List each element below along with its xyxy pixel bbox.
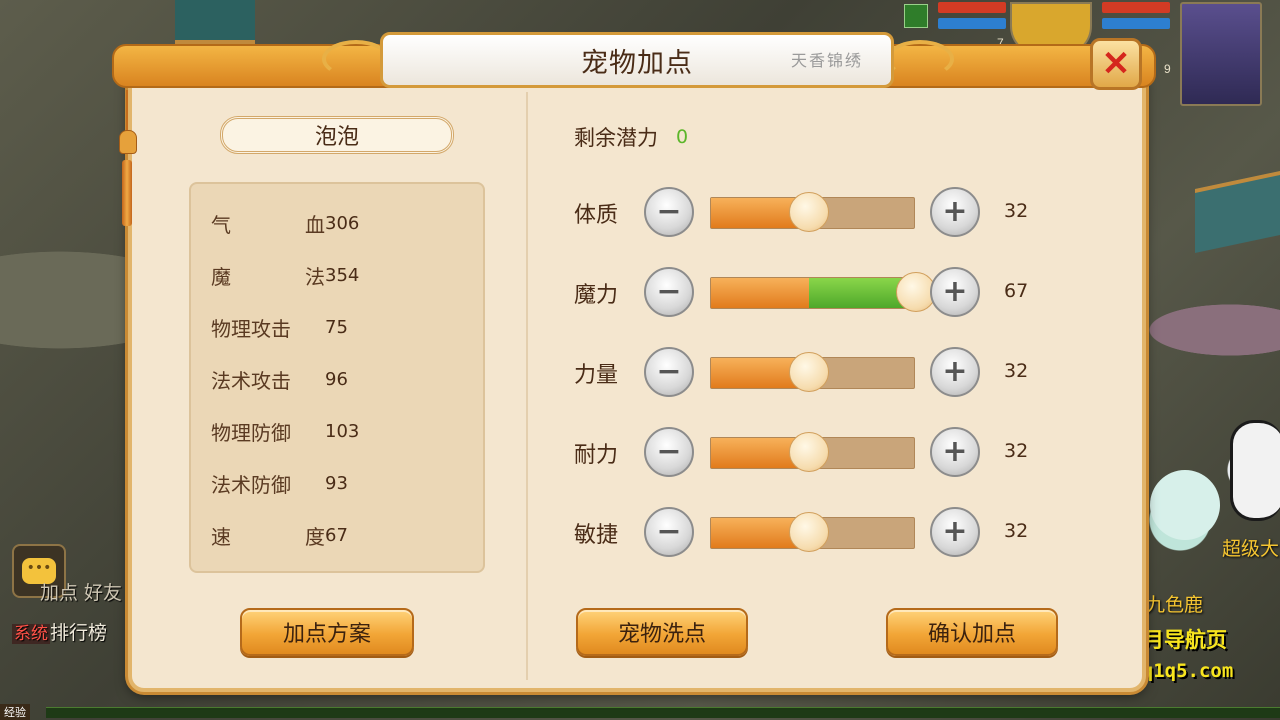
- attribute-value: 32: [1004, 520, 1029, 542]
- stat-row-mp: 魔法 354: [211, 262, 360, 289]
- attribute-row-strength: 力量 − + 32: [574, 347, 1034, 399]
- attribute-label: 耐力: [574, 443, 619, 468]
- stat-value: 354: [325, 264, 360, 286]
- close-button[interactable]: ✕: [1090, 38, 1142, 90]
- chat-line-system: 系统 排行榜: [12, 618, 107, 645]
- attribute-slider[interactable]: [710, 272, 936, 312]
- slider-base-fill: [711, 278, 810, 308]
- slider-thumb[interactable]: [789, 512, 830, 552]
- stat-row-magic-attack: 法术攻击 96: [211, 366, 348, 393]
- attribute-label: 体质: [574, 203, 619, 228]
- tassel-ornament: [119, 90, 137, 230]
- potential-label: 剩余潜力: [574, 126, 658, 150]
- stat-label: 魔法: [211, 264, 325, 289]
- potential-value: 0: [676, 126, 689, 148]
- pavilion-roof: [175, 0, 255, 44]
- stat-label: 物理攻击: [211, 316, 291, 341]
- panda-sprite[interactable]: [1230, 420, 1280, 521]
- increase-button[interactable]: +: [930, 347, 980, 397]
- pet-name-plate: 泡泡: [220, 116, 454, 154]
- stat-row-phys-attack: 物理攻击 75: [211, 314, 348, 341]
- hero-avatar[interactable]: [1180, 2, 1262, 106]
- stat-value: 103: [325, 420, 360, 442]
- attribute-value: 32: [1004, 440, 1029, 462]
- add-point-scheme-button[interactable]: 加点方案: [240, 608, 414, 656]
- title-curl-right: [886, 40, 954, 78]
- buff-icon[interactable]: [904, 4, 928, 28]
- decrease-button[interactable]: −: [644, 507, 694, 557]
- stat-value: 67: [325, 524, 348, 546]
- decrease-button[interactable]: −: [644, 267, 694, 317]
- slider-thumb[interactable]: [789, 352, 830, 392]
- increase-button[interactable]: +: [930, 267, 980, 317]
- stat-label: 气血: [211, 212, 325, 237]
- attribute-value: 67: [1004, 280, 1029, 302]
- close-icon: ✕: [1101, 45, 1131, 83]
- stat-label: 物理防御: [211, 420, 291, 445]
- exp-bar: [46, 707, 1280, 718]
- decrease-button[interactable]: −: [644, 187, 694, 237]
- attribute-slider[interactable]: [710, 512, 915, 552]
- stat-label: 法术防御: [211, 472, 291, 497]
- stat-value: 96: [325, 368, 348, 390]
- stat-row-phys-defense: 物理防御 103: [211, 418, 360, 445]
- slider-thumb[interactable]: [789, 432, 830, 472]
- slider-thumb[interactable]: [789, 192, 830, 232]
- npc-deer-label: 九色鹿: [1146, 594, 1204, 616]
- remaining-potential: 剩余潜力 0: [574, 122, 688, 152]
- exp-label: 经验: [0, 704, 30, 720]
- attribute-row-magic: 魔力 − + 67: [574, 267, 1034, 319]
- confirm-add-points-button[interactable]: 确认加点: [886, 608, 1058, 656]
- attribute-label: 魔力: [574, 283, 619, 308]
- pet-stats-panel: 气血 306 魔法 354 物理攻击 75 法术攻击 96 物理防御 103 法…: [189, 182, 485, 573]
- attribute-value: 32: [1004, 200, 1029, 222]
- attribute-row-endurance: 耐力 − + 32: [574, 427, 1034, 479]
- attribute-slider[interactable]: [710, 192, 915, 232]
- pet-name: 泡泡: [314, 125, 359, 150]
- stat-label: 速度: [211, 524, 325, 549]
- pet-hp-mp-bars: [938, 2, 1006, 34]
- dialog-title: 宠物加点: [581, 47, 693, 79]
- pet-reset-points-button[interactable]: 宠物洗点: [576, 608, 748, 656]
- stat-row-magic-defense: 法术防御 93: [211, 470, 348, 497]
- attribute-slider[interactable]: [710, 432, 915, 472]
- hero-level: 9: [1164, 62, 1171, 76]
- increase-button[interactable]: +: [930, 427, 980, 477]
- decrease-button[interactable]: −: [644, 347, 694, 397]
- nine-color-deer-sprite[interactable]: [1150, 470, 1220, 540]
- stat-row-speed: 速度 67: [211, 522, 348, 549]
- increase-button[interactable]: +: [930, 507, 980, 557]
- increase-button[interactable]: +: [930, 187, 980, 237]
- system-tag: 系统: [12, 624, 50, 644]
- attribute-label: 力量: [574, 363, 619, 388]
- stat-value: 93: [325, 472, 348, 494]
- stat-value: 75: [325, 316, 348, 338]
- attribute-row-agility: 敏捷 − + 32: [574, 507, 1034, 559]
- chat-line-friends[interactable]: 加点 好友: [40, 578, 122, 605]
- attribute-slider[interactable]: [710, 352, 915, 392]
- chat-ranking-text[interactable]: 排行榜: [50, 622, 107, 644]
- title-calligraphy-decoration: 天香锦绣: [790, 51, 863, 70]
- decrease-button[interactable]: −: [644, 427, 694, 477]
- stat-row-hp: 气血 306: [211, 210, 360, 237]
- title-plate: 宠物加点 天香锦绣: [380, 32, 894, 88]
- stat-label: 法术攻击: [211, 368, 291, 393]
- hero-hp-mp-bars: [1102, 2, 1170, 34]
- attribute-label: 敏捷: [574, 523, 619, 548]
- npc-name-label: 超级大: [1222, 538, 1280, 560]
- stat-value: 306: [325, 212, 360, 234]
- pane-divider: [526, 92, 528, 680]
- attribute-row-constitution: 体质 − + 32: [574, 187, 1034, 239]
- attribute-value: 32: [1004, 360, 1029, 382]
